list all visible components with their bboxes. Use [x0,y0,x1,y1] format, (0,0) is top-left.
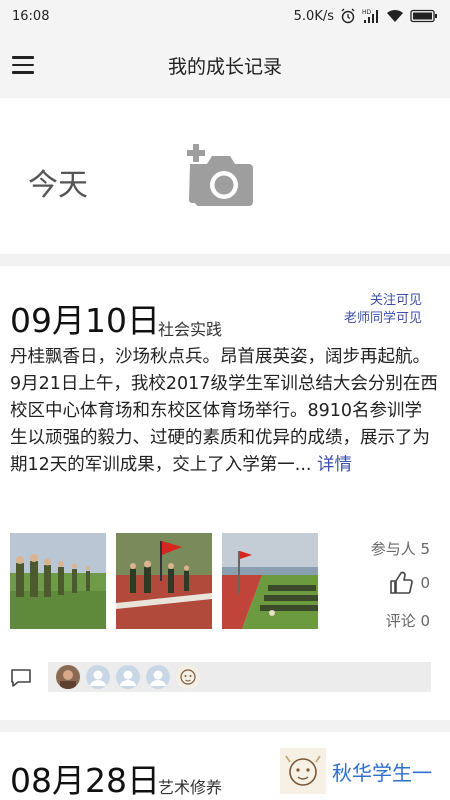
participants-count[interactable]: 参与人 5 [371,538,430,559]
details-link[interactable]: 详情 [317,455,352,475]
comment-icon[interactable] [10,668,32,688]
svg-text:HD: HD [362,9,372,16]
default-avatar [146,665,170,689]
post-date: 09月10日 [10,301,160,340]
page-title: 我的成长记录 [167,55,282,78]
default-avatar [116,665,140,689]
user-avatar [56,665,80,689]
post-stats: 参与人 5 0 评论 0 [330,536,430,646]
wifi-icon [387,9,403,22]
post-card[interactable]: 09月10日 社会实践 关注可见 老师同学可见 丹桂飘香日，沙场秋点兵。昂首展英… [0,266,450,720]
visibility-labels: 关注可见 老师同学可见 [344,292,422,328]
military-drill-photo[interactable] [10,533,106,629]
author-badge[interactable]: 秋华学生一 [280,748,432,794]
status-indicators: 5.0K/s HD [294,8,438,24]
status-time: 16:08 [12,8,50,24]
like-button[interactable]: 0 [388,570,430,596]
visibility-classmates: 老师同学可见 [343,311,422,326]
cartoon-badge-icon [280,748,326,794]
post-body-text: 丹桂飘香日，沙场秋点兵。昂首展英姿，阔步再起航。9月21日上午，我校2017级学… [10,347,438,475]
add-photo-icon[interactable] [183,144,257,210]
today-panel: 今天 [0,98,450,254]
author-name: 秋华学生一 [332,760,432,785]
comment-count[interactable]: 评论 0 [386,610,430,631]
status-bar: 16:08 5.0K/s HD [0,0,450,32]
hamburger-menu-icon[interactable] [12,53,38,77]
parade-flag-photo[interactable] [116,533,212,629]
stadium-formation-photo[interactable] [222,533,318,629]
network-speed: 5.0K/s [293,8,334,24]
cartoon-avatar [176,665,200,689]
thumbs-up-icon [390,571,414,594]
post-card[interactable]: 08月28日 艺术修养 秋华学生一 [0,732,450,800]
post-body: 丹桂飘香日，沙场秋点兵。昂首展英姿，阔步再起航。9月21日上午，我校2017级学… [10,344,438,479]
hd-signal-icon: HD [362,9,378,23]
like-count: 0 [420,574,430,592]
post-category: 社会实践 [158,320,223,339]
app-bar: 我的成长记录 [0,32,450,98]
post-date: 08月28日 [10,761,160,800]
participant-avatars[interactable] [48,662,431,692]
today-label: 今天 [28,168,88,203]
photo-strip [10,533,318,629]
battery-icon [410,9,437,23]
visibility-followers: 关注可见 [369,293,422,308]
alarm-icon [341,8,355,24]
default-avatar [86,665,110,689]
post-category: 艺术修养 [158,778,223,797]
